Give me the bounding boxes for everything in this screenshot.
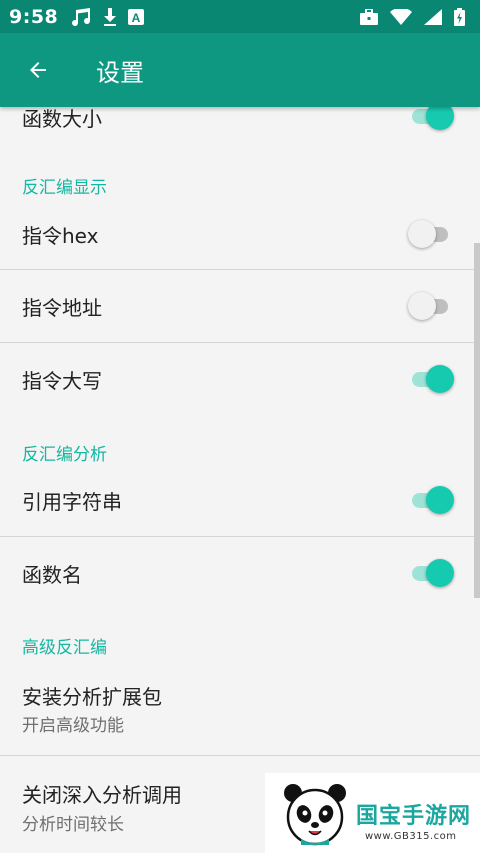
scrollbar[interactable] [474,243,480,598]
setting-label: 函数大小 [22,107,102,131]
setting-label: 指令hex [22,224,99,248]
setting-item-function-size[interactable]: 函数大小 [0,107,480,143]
setting-label: 指令地址 [22,296,102,320]
function-name-toggle[interactable] [408,557,454,589]
settings-list[interactable]: 函数大小 反汇编显示 指令hex 指令地址 指令大写 反汇编分析 引用字符串 函… [0,107,480,853]
setting-item-function-name[interactable]: 函数名 [0,537,480,609]
section-title-advanced-disasm: 高级反汇编 [22,638,107,658]
setting-item-instruction-hex[interactable]: 指令hex [0,198,480,270]
setting-item-referenced-strings[interactable]: 引用字符串 [0,465,480,535]
watermark-text: 国宝手游网 [356,804,472,829]
wifi-icon [390,8,412,25]
panda-logo [284,784,346,846]
page-title: 设置 [96,58,144,87]
status-system-icons [360,7,471,26]
briefcase-icon [360,8,378,25]
download-icon [102,7,118,27]
status-time: 9:58 [9,5,59,28]
section-title-disasm-analysis: 反汇编分析 [22,445,107,465]
status-notification-icons: A [70,7,145,27]
setting-item-instruction-uppercase[interactable]: 指令大写 [0,343,480,415]
app-bar: 设置 [0,33,480,107]
section-title-disasm-display: 反汇编显示 [22,178,107,198]
function-size-toggle[interactable] [408,107,454,132]
a-badge-icon: A [128,8,145,25]
setting-label: 指令大写 [22,369,102,393]
signal-icon [424,8,442,25]
svg-text:A: A [132,11,141,25]
instruction-hex-toggle[interactable] [408,218,454,250]
setting-label: 函数名 [22,563,82,587]
setting-item-install-extension[interactable]: 安装分析扩展包 开启高级功能 [0,659,480,755]
instruction-address-toggle[interactable] [408,290,454,322]
setting-summary: 分析时间较长 [22,815,124,835]
battery-icon [454,7,465,26]
arrow-left-icon [30,62,46,78]
status-bar: 9:58 A [0,0,480,33]
watermark-url: www.GB315.com [365,831,457,842]
setting-label: 安装分析扩展包 [22,685,162,709]
setting-summary: 开启高级功能 [22,716,124,736]
referenced-strings-toggle[interactable] [408,484,454,516]
instruction-uppercase-toggle[interactable] [408,363,454,395]
setting-label: 引用字符串 [22,490,122,514]
setting-item-instruction-address[interactable]: 指令地址 [0,270,480,342]
back-button[interactable] [0,33,76,107]
music-note-icon [70,7,92,27]
setting-label: 关闭深入分析调用 [22,783,182,807]
